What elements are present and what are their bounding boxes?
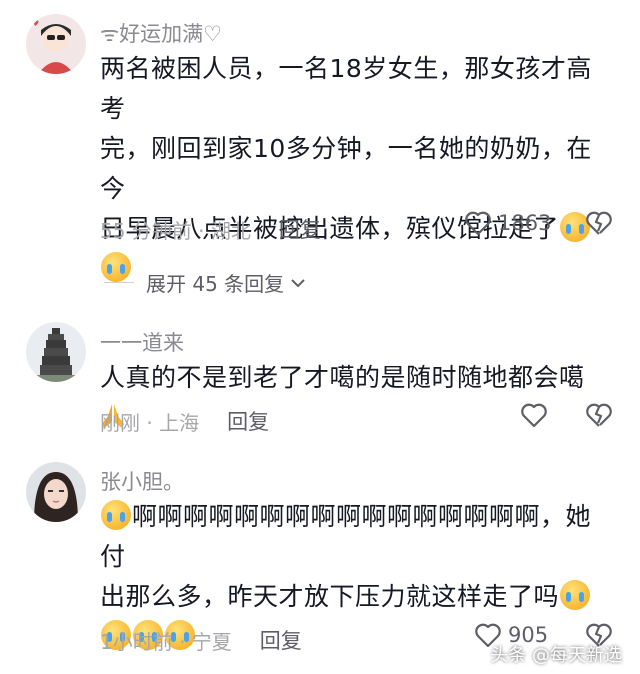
broken-heart-icon (586, 211, 612, 235)
username[interactable]: 张小胆。 (100, 466, 184, 496)
divider (104, 282, 134, 283)
comment-meta: 刚刚 · 上海 回复 (100, 406, 269, 436)
broken-heart-icon (586, 403, 612, 427)
username[interactable]: ᯤ好运加满♡ (100, 18, 222, 48)
avatar[interactable] (26, 462, 86, 522)
like-count: 1863 (498, 211, 552, 235)
dislike-button[interactable] (585, 210, 613, 240)
reply-button[interactable]: 回复 (260, 625, 302, 655)
expand-replies-label: 展开 45 条回复 (146, 272, 285, 296)
comment-meta: 1小时前 · 宁夏 回复 (100, 625, 302, 655)
watermark: 头条 @每天新选 (490, 645, 622, 666)
crying-face-emoji (101, 500, 131, 530)
svg-text:♥: ♥ (32, 19, 39, 28)
comment-text-line: 出那么多，昨天才放下压力就这样走了吗 (100, 577, 610, 617)
comment-text: 两名被困人员，一名18岁女生，那女孩才高考 完，刚回到家10多分钟，一名她的奶奶… (100, 49, 610, 289)
reply-button[interactable]: 回复 (227, 406, 269, 436)
avatar[interactable]: ♥ (26, 14, 86, 74)
chevron-down-icon (291, 278, 305, 287)
heart-icon (521, 403, 547, 428)
comment-meta: 55 分钟前 · 湖北 回复 (100, 214, 321, 244)
like-button[interactable] (520, 402, 548, 428)
comment-text-line: 啊啊啊啊啊啊啊啊啊啊啊啊啊啊啊啊，她付 (100, 500, 592, 571)
like-button[interactable]: 1863 (464, 210, 551, 236)
reply-button[interactable]: 回复 (279, 214, 321, 244)
time-location: 1小时前 · 宁夏 (100, 629, 232, 654)
username[interactable]: 一一道来 (100, 327, 184, 357)
time-location: 55 分钟前 · 湖北 (100, 218, 251, 243)
time-location: 刚刚 · 上海 (100, 410, 200, 435)
crying-face-emoji (560, 580, 591, 610)
avatar[interactable] (26, 322, 86, 382)
comment-text-line: 两名被困人员，一名18岁女生，那女孩才高考 (100, 54, 592, 123)
heart-icon (465, 211, 491, 236)
dislike-button[interactable] (585, 402, 613, 432)
expand-replies-button[interactable]: 展开 45 条回复 (104, 268, 306, 297)
comment-text-line: 完，刚回到家10多分钟，一名她的奶奶，在今 (100, 134, 592, 203)
